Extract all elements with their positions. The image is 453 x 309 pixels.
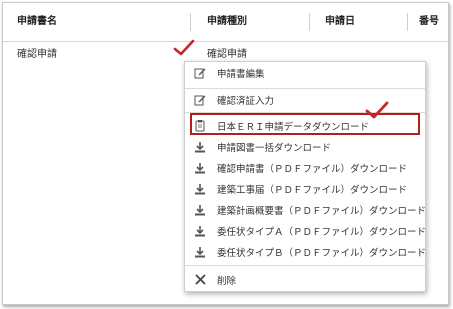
download-icon <box>193 161 207 175</box>
menu-item-label: 委任状タイプＡ（ＰＤＦファイル）ダウンロード <box>217 226 427 238</box>
menu-item-label: 削除 <box>217 275 237 287</box>
column-header-application-date[interactable]: 申請日 <box>325 3 355 41</box>
column-divider <box>407 13 408 31</box>
clipboard-icon <box>193 119 207 133</box>
row-application-name: 確認申請 <box>17 49 57 60</box>
column-header-application-name[interactable]: 申請書名 <box>17 3 57 41</box>
menu-divider <box>185 265 425 266</box>
menu-item-label: 申請書編集 <box>217 68 265 80</box>
download-icon <box>193 224 207 238</box>
menu-item-enter-certificate[interactable]: 確認済証入力 <box>185 89 425 110</box>
menu-item-eri-data-download[interactable]: 日本ＥＲＩ申請データダウンロード <box>185 115 425 136</box>
download-icon <box>193 245 207 259</box>
checkmark-annotation-icon <box>365 101 389 119</box>
menu-item-label: 確認申請書（ＰＤＦファイル）ダウンロード <box>217 163 408 175</box>
menu-item-label: 日本ＥＲＩ申請データダウンロード <box>217 121 370 133</box>
column-divider <box>309 13 310 31</box>
column-header-number[interactable]: 番号 <box>419 3 439 41</box>
menu-item-construction-notice-pdf-download[interactable]: 建築工事届（ＰＤＦファイル）ダウンロード <box>185 178 425 199</box>
menu-item-plan-summary-pdf-download[interactable]: 建築計画概要書（ＰＤＦファイル）ダウンロード <box>185 199 427 220</box>
menu-item-label: 委任状タイプＢ（ＰＤＦファイル）ダウンロード <box>217 247 427 259</box>
menu-item-delete[interactable]: 削除 <box>185 269 425 290</box>
menu-item-bulk-document-download[interactable]: 申請図書一括ダウンロード <box>185 136 425 157</box>
edit-icon <box>193 66 207 80</box>
close-icon <box>193 273 207 287</box>
table-header: 申請書名 申請種別 申請日 番号 <box>3 3 448 42</box>
checkmark-annotation-icon <box>173 39 195 56</box>
download-icon <box>193 203 207 217</box>
menu-item-label: 建築計画概要書（ＰＤＦファイル）ダウンロード <box>217 205 427 217</box>
menu-item-label: 建築工事届（ＰＤＦファイル）ダウンロード <box>217 184 408 196</box>
menu-item-label: 確認済証入力 <box>217 95 275 107</box>
menu-divider <box>185 112 425 113</box>
window-frame: 申請書名 申請種別 申請日 番号 確認申請 確認申請 申請書編集 確認済証入力 … <box>2 2 449 305</box>
download-icon <box>193 140 207 154</box>
menu-item-edit-application[interactable]: 申請書編集 <box>185 62 425 83</box>
menu-item-proxy-type-b-pdf-download[interactable]: 委任状タイプＢ（ＰＤＦファイル）ダウンロード <box>185 241 427 262</box>
menu-item-proxy-type-a-pdf-download[interactable]: 委任状タイプＡ（ＰＤＦファイル）ダウンロード <box>185 220 427 241</box>
download-icon <box>193 182 207 196</box>
menu-item-application-pdf-download[interactable]: 確認申請書（ＰＤＦファイル）ダウンロード <box>185 157 425 178</box>
column-divider <box>190 13 191 31</box>
context-menu: 申請書編集 確認済証入力 日本ＥＲＩ申請データダウンロード 申請図書一括ダウンロ… <box>184 61 426 292</box>
column-header-application-type[interactable]: 申請種別 <box>207 3 247 41</box>
edit-icon <box>193 93 207 107</box>
menu-item-label: 申請図書一括ダウンロード <box>217 142 332 154</box>
